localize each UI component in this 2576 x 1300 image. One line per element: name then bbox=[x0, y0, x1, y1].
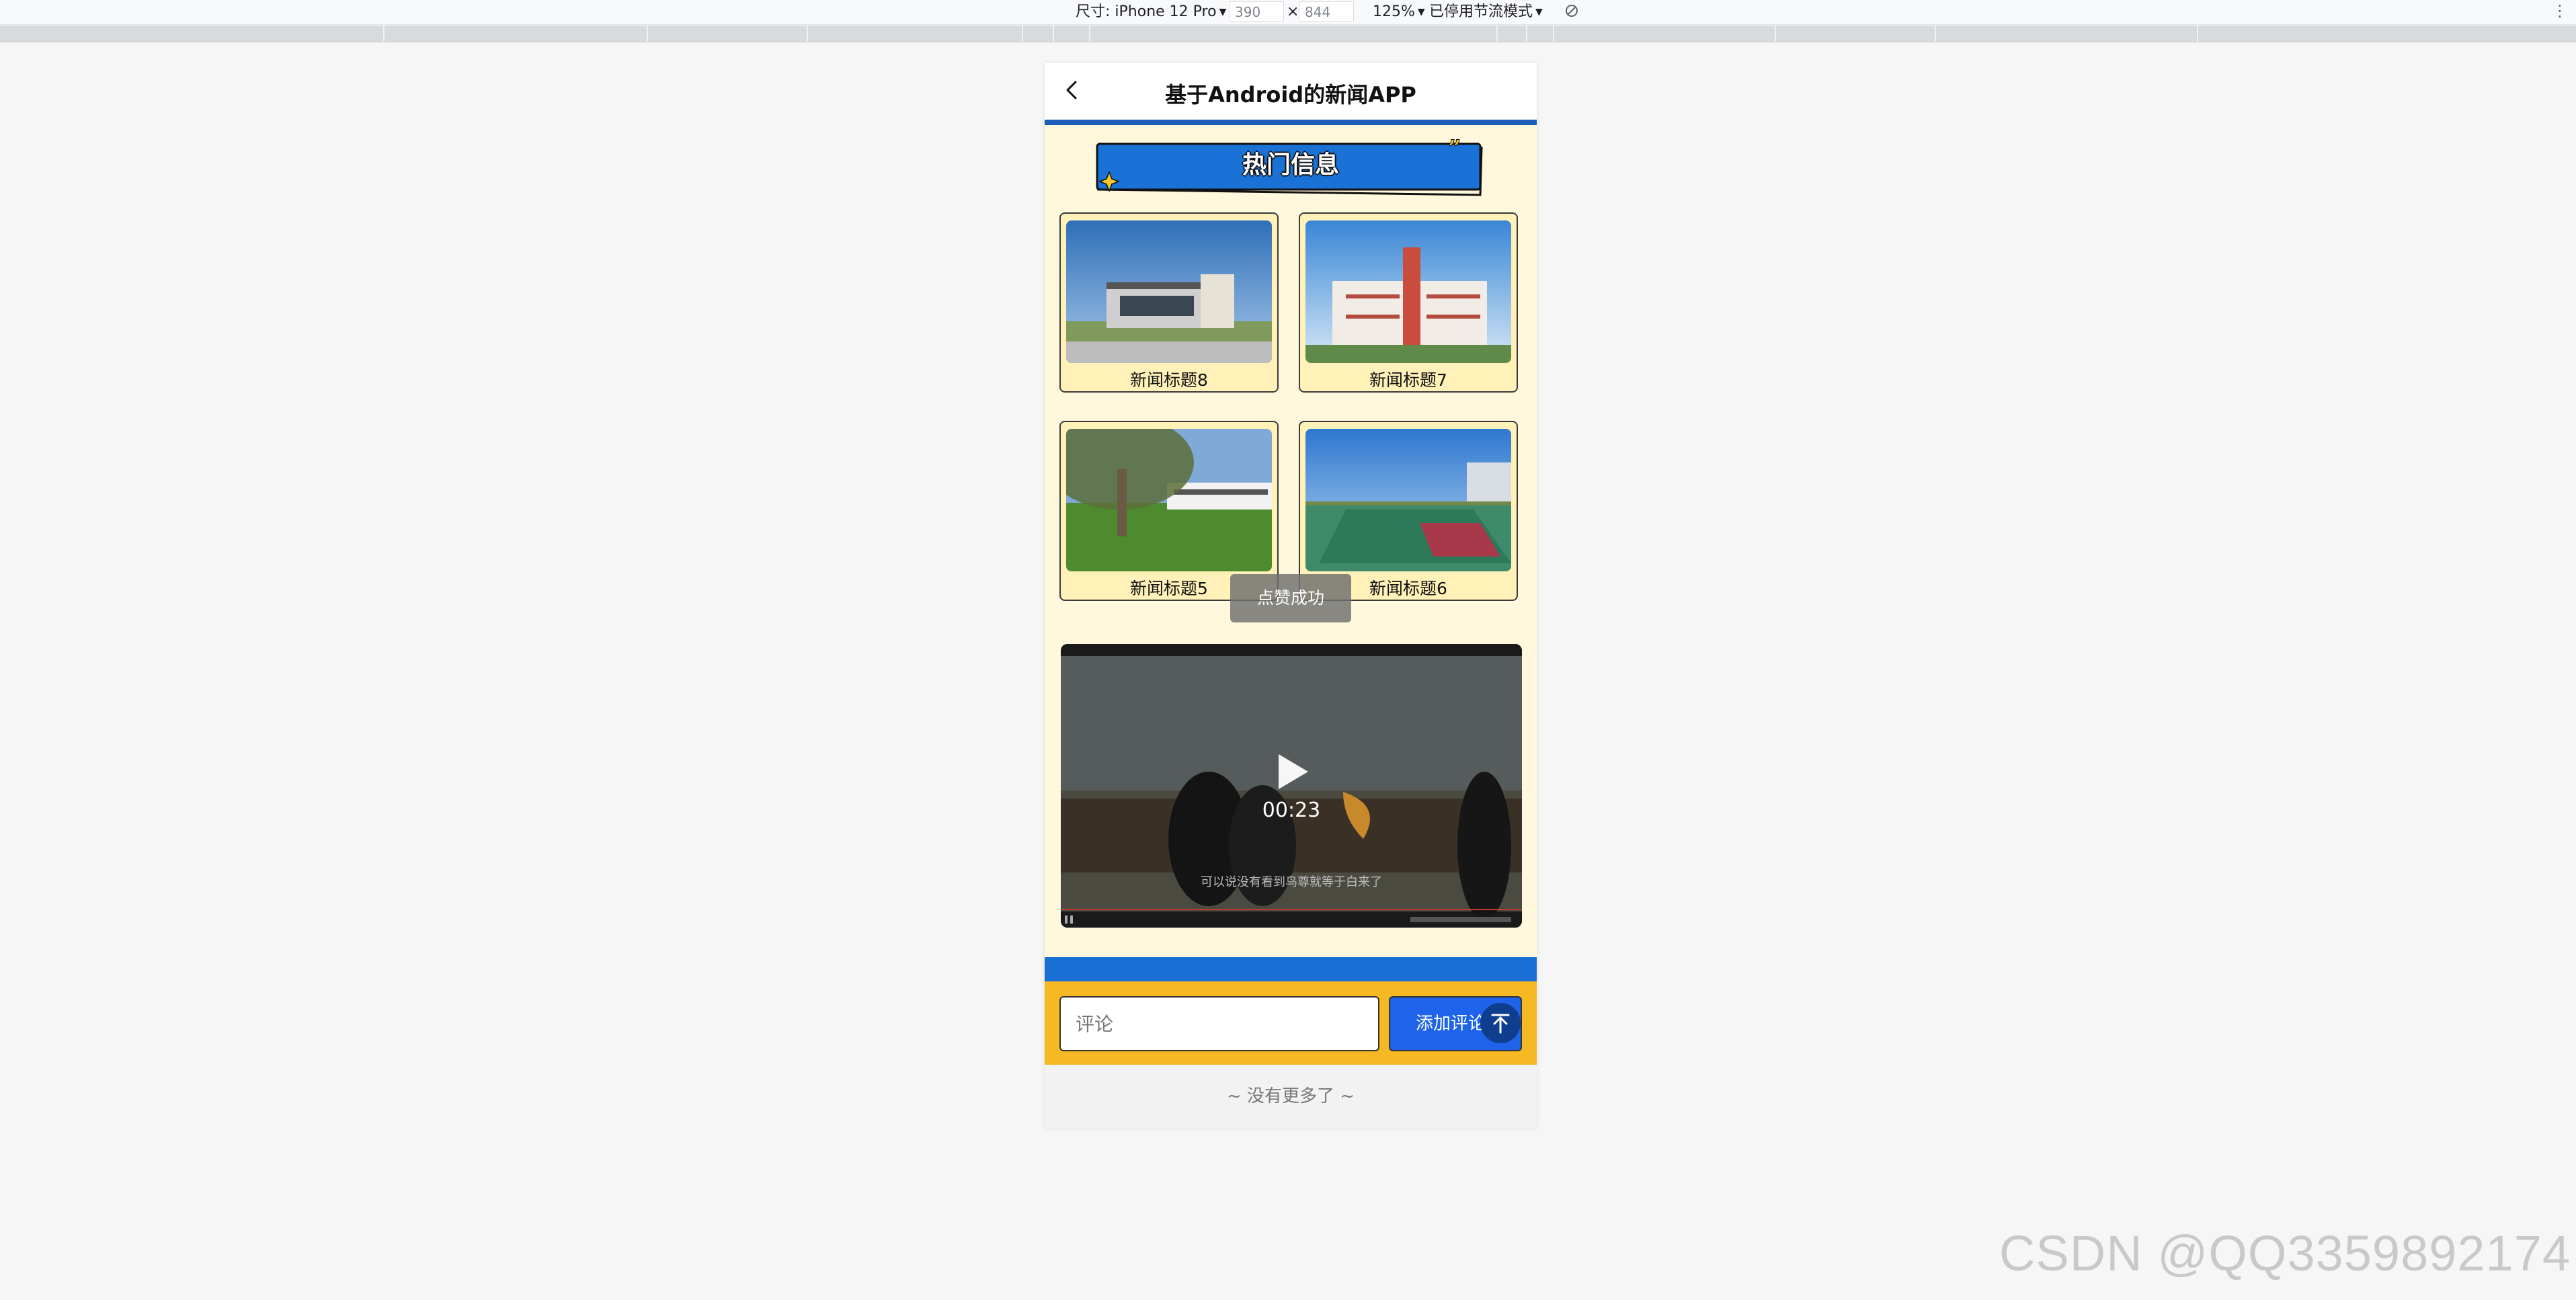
dropdown-arrow-icon: ▼ bbox=[1535, 7, 1543, 17]
list-end-text: ~ 没有更多了 ~ bbox=[1045, 1065, 1537, 1128]
news-image bbox=[1305, 220, 1511, 363]
ruler-tick bbox=[1496, 26, 1498, 42]
phone-viewport: 基于Android的新闻APP ” 热门信息 新闻标题8 新闻标题7 新闻标题5… bbox=[1045, 63, 1537, 1128]
news-image bbox=[1066, 220, 1272, 363]
viewport-height-input[interactable]: 844 bbox=[1299, 1, 1354, 22]
dimension-separator: × bbox=[1287, 3, 1299, 20]
ruler-tick bbox=[1089, 26, 1090, 42]
play-icon[interactable] bbox=[1273, 751, 1311, 792]
news-card[interactable]: 新闻标题8 bbox=[1059, 212, 1279, 393]
video-player[interactable]: 00:23 可以说没有看到鸟尊就等于白来了 bbox=[1061, 644, 1522, 928]
news-title: 新闻标题7 bbox=[1369, 370, 1447, 390]
ruler-tick bbox=[1553, 26, 1554, 42]
ruler-tick bbox=[807, 26, 808, 42]
arrow-up-icon bbox=[1491, 1014, 1510, 1034]
device-select[interactable]: 尺寸: iPhone 12 Pro ▼ bbox=[1076, 3, 1226, 22]
section-divider bbox=[1045, 957, 1537, 981]
page-title: 基于Android的新闻APP bbox=[1165, 82, 1416, 108]
ruler-tick bbox=[1935, 26, 1936, 42]
video-duration: 00:23 bbox=[1262, 799, 1321, 822]
dropdown-arrow-icon: ▼ bbox=[1417, 7, 1425, 17]
section-banner: ” 热门信息 bbox=[1096, 135, 1486, 198]
rotate-icon[interactable] bbox=[1564, 3, 1580, 24]
news-title: 新闻标题8 bbox=[1130, 370, 1208, 390]
news-image bbox=[1305, 429, 1511, 571]
devtools-toolbar: 尺寸: iPhone 12 Pro ▼ 390 × 844 125% ▼ 已停用节流… bbox=[0, 0, 2576, 25]
ruler-tick bbox=[647, 26, 648, 42]
media-query-ruler[interactable] bbox=[0, 26, 2576, 42]
news-card[interactable]: 新闻标题7 bbox=[1299, 212, 1518, 393]
dropdown-arrow-icon: ▼ bbox=[1219, 7, 1227, 17]
news-image bbox=[1066, 429, 1272, 571]
comment-bar: 添加评论 bbox=[1045, 981, 1537, 1065]
comment-input[interactable] bbox=[1059, 996, 1379, 1051]
ruler-tick bbox=[1022, 26, 1023, 42]
toast-message: 点赞成功 bbox=[1230, 574, 1351, 622]
ruler-tick bbox=[1053, 26, 1054, 42]
ruler-tick bbox=[1526, 26, 1527, 42]
nav-bar: 基于Android的新闻APP bbox=[1045, 63, 1537, 120]
ruler-tick bbox=[1775, 26, 1776, 42]
video-subtitle: 可以说没有看到鸟尊就等于白来了 bbox=[1201, 875, 1382, 889]
ruler-tick bbox=[2197, 26, 2198, 42]
back-to-top-button[interactable] bbox=[1480, 1003, 1521, 1043]
throttle-select[interactable]: 已停用节流模式 ▼ bbox=[1429, 3, 1543, 22]
viewport-width-input[interactable]: 390 bbox=[1229, 1, 1284, 22]
ruler-tick bbox=[383, 26, 385, 42]
zoom-select[interactable]: 125% ▼ bbox=[1373, 3, 1425, 22]
watermark: CSDN @QQ3359892174 bbox=[1999, 1225, 2571, 1281]
more-options-icon[interactable]: ⋮ bbox=[2552, 1, 2568, 20]
video-controls[interactable] bbox=[1061, 901, 1522, 928]
banner-title: 热门信息 bbox=[1242, 151, 1339, 179]
nav-divider bbox=[1045, 120, 1537, 125]
